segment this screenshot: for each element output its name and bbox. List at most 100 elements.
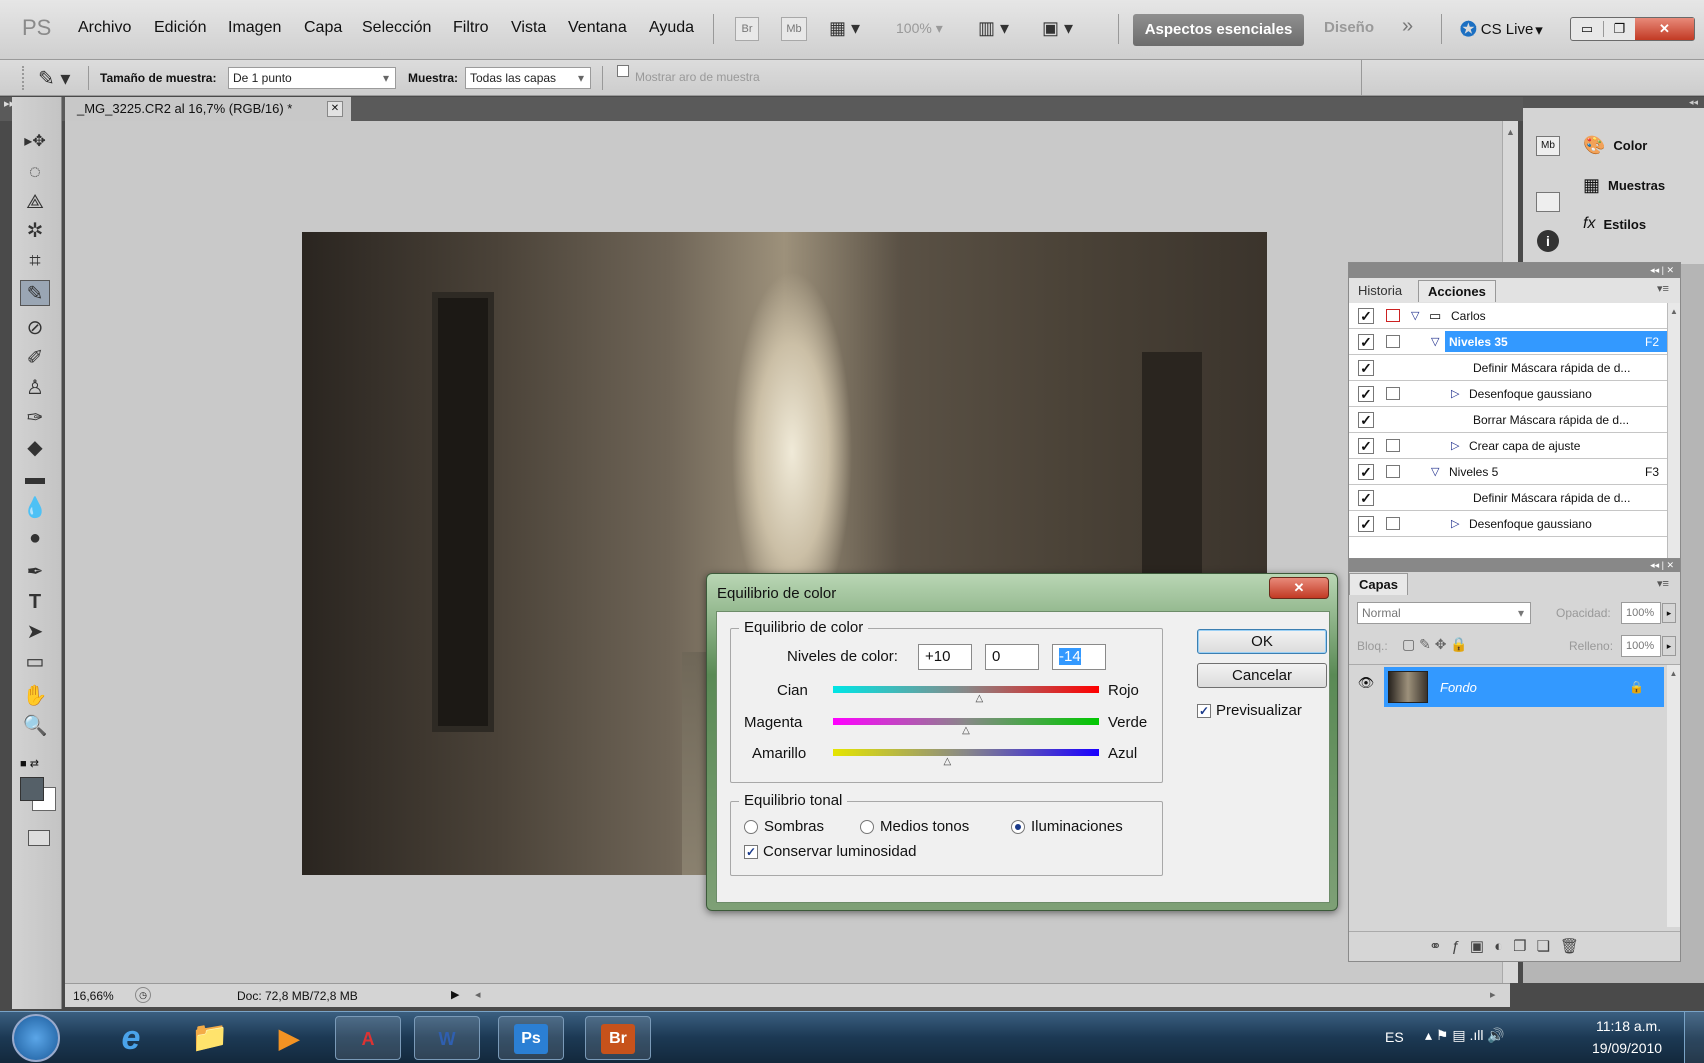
pen-tool-icon[interactable]: ✒ <box>20 559 50 585</box>
internet-explorer-icon[interactable]: e <box>98 1016 164 1060</box>
word-icon[interactable]: W <box>414 1016 480 1060</box>
shadows-radio[interactable] <box>744 820 758 834</box>
menu-edicion[interactable]: Edición <box>154 19 206 37</box>
panel-header-bar[interactable]: ◂◂ | ✕ <box>1349 263 1680 278</box>
eyedropper-tool-icon[interactable]: ✎ ▾ <box>38 66 70 91</box>
menu-imagen[interactable]: Imagen <box>228 19 281 37</box>
cancel-button[interactable]: Cancelar <box>1197 663 1327 688</box>
move-tool-icon[interactable]: ▸✥ <box>20 129 50 155</box>
yellow-blue-slider[interactable] <box>833 749 1099 756</box>
cyan-red-slider[interactable] <box>833 686 1099 693</box>
scroll-left-icon[interactable]: ◂ <box>475 988 481 1001</box>
start-button[interactable] <box>12 1014 60 1062</box>
bridge-task-button[interactable]: Br <box>585 1016 651 1060</box>
expand-triangle-icon[interactable]: ▷ <box>1451 517 1459 530</box>
action-row[interactable]: ✓ ▷ Crear capa de ajuste <box>1349 433 1667 459</box>
action-toggle-checkbox[interactable]: ✓ <box>1358 360 1374 376</box>
action-toggle-checkbox[interactable]: ✓ <box>1358 490 1374 506</box>
mini-bridge-icon[interactable]: Mb <box>1536 136 1560 156</box>
color-level-2-input[interactable]: 0 <box>985 644 1039 670</box>
layers-scrollbar[interactable]: ▲ <box>1667 665 1680 927</box>
menu-ayuda[interactable]: Ayuda <box>649 19 694 37</box>
menu-capa[interactable]: Capa <box>304 19 342 37</box>
more-workspaces-icon[interactable]: » <box>1402 15 1413 38</box>
bridge-button[interactable]: Br <box>735 17 759 41</box>
layer-visibility-eye-icon[interactable]: 👁 <box>1356 675 1376 695</box>
tray-icons[interactable]: ▴ ⚑ ▤ .ıll 🔊 <box>1425 1027 1505 1044</box>
show-desktop-button[interactable] <box>1684 1012 1704 1063</box>
dialog-close-button[interactable]: ✕ <box>1269 577 1329 599</box>
menu-vista[interactable]: Vista <box>511 19 546 37</box>
type-tool-icon[interactable]: T <box>20 589 50 615</box>
close-tab-icon[interactable]: ✕ <box>327 101 343 117</box>
mini-bridge-button[interactable]: Mb <box>781 17 807 41</box>
spot-healing-tool-icon[interactable]: ⊘ <box>20 315 50 341</box>
document-tab[interactable]: _MG_3225.CR2 al 16,7% (RGB/16) * ✕ <box>65 97 351 121</box>
dialog-toggle-icon[interactable] <box>1386 465 1400 478</box>
hand-tool-icon[interactable]: ✋ <box>20 683 50 709</box>
sample-size-select[interactable]: De 1 punto ▾ <box>228 67 396 89</box>
action-row[interactable]: ✓ Definir Máscara rápida de d... <box>1349 485 1667 511</box>
layer-row-fondo[interactable]: Fondo 🔒 <box>1384 667 1664 707</box>
action-toggle-checkbox[interactable]: ✓ <box>1358 334 1374 350</box>
menu-ventana[interactable]: Ventana <box>568 19 627 37</box>
marquee-tool-icon[interactable]: ◌ <box>20 159 50 185</box>
foreground-color-swatch[interactable] <box>20 777 44 801</box>
action-toggle-checkbox[interactable]: ✓ <box>1358 386 1374 402</box>
highlights-radio[interactable] <box>1011 820 1025 834</box>
action-row[interactable]: ✓ ▽ Niveles 35 F2 <box>1349 329 1667 355</box>
sample-select[interactable]: Todas las capas ▾ <box>465 67 591 89</box>
blend-mode-select[interactable]: Normal ▾ <box>1357 602 1531 624</box>
history-brush-tool-icon[interactable]: ✑ <box>20 405 50 431</box>
info-icon[interactable]: i <box>1537 230 1559 252</box>
minimize-button[interactable]: ▭ <box>1571 21 1603 37</box>
collapse-triangle-icon[interactable]: ▽ <box>1411 309 1419 322</box>
opacity-field[interactable]: 100% <box>1621 602 1661 624</box>
clock-date[interactable]: 19/09/2010 <box>1592 1040 1662 1056</box>
close-button[interactable]: ✕ <box>1635 18 1694 40</box>
screen-mode-icon[interactable]: ▣ ▾ <box>1042 18 1073 39</box>
view-extras-icon[interactable]: ▦ ▾ <box>829 18 860 39</box>
swatches-panel-button[interactable]: ▦ Muestras <box>1583 175 1665 196</box>
tab-actions[interactable]: Acciones <box>1418 280 1496 302</box>
dialog-toggle-icon[interactable] <box>1386 335 1400 348</box>
preserve-luminosity-checkbox[interactable]: ✓ <box>744 845 758 859</box>
magenta-green-slider[interactable] <box>833 718 1099 725</box>
action-row[interactable]: ✓ Borrar Máscara rápida de d... <box>1349 407 1667 433</box>
action-toggle-checkbox[interactable]: ✓ <box>1358 516 1374 532</box>
tab-history[interactable]: Historia <box>1349 280 1411 302</box>
ok-button[interactable]: OK <box>1197 629 1327 654</box>
action-toggle-checkbox[interactable]: ✓ <box>1358 412 1374 428</box>
dialog-toggle-icon[interactable] <box>1386 387 1400 400</box>
panel-header-bar[interactable]: ◂◂ | ✕ <box>1349 559 1680 572</box>
zoom-level-select[interactable]: 100% ▾ <box>896 20 943 37</box>
action-row[interactable]: ✓ ▷ Desenfoque gaussiano <box>1349 381 1667 407</box>
dialog-toggle-icon[interactable] <box>1386 309 1400 322</box>
dodge-tool-icon[interactable]: ● <box>20 525 50 551</box>
action-row[interactable]: ✓ Definir Máscara rápida de d... <box>1349 355 1667 381</box>
collapse-triangle-icon[interactable]: ▽ <box>1431 335 1439 348</box>
lasso-tool-icon[interactable]: ⟁ <box>20 189 50 215</box>
quick-mask-icon[interactable] <box>28 830 50 846</box>
histogram-icon[interactable] <box>1536 192 1560 212</box>
cyan-red-slider-thumb[interactable]: △ <box>973 694 985 704</box>
clock-time[interactable]: 11:18 a.m. <box>1596 1018 1661 1034</box>
restore-button[interactable]: ❐ <box>1603 21 1635 37</box>
path-selection-tool-icon[interactable]: ➤ <box>20 619 50 645</box>
photoshop-task-button[interactable]: Ps <box>498 1016 564 1060</box>
file-explorer-icon[interactable]: 📁 <box>177 1016 243 1060</box>
workspace-essentials-button[interactable]: Aspectos esenciales <box>1133 14 1304 46</box>
lock-icons[interactable]: ▢ ✎ ✥ 🔒 <box>1402 636 1468 653</box>
rectangle-tool-icon[interactable]: ▭ <box>20 649 50 675</box>
tab-layers[interactable]: Capas <box>1349 573 1409 595</box>
panel-menu-icon[interactable]: ▾≡ <box>1657 577 1669 590</box>
preview-checkbox[interactable]: ✓ <box>1197 704 1211 718</box>
dock-collapse-icon[interactable]: ◂◂ <box>1523 97 1704 108</box>
crop-tool-icon[interactable]: ⌗ <box>20 248 50 274</box>
clone-stamp-tool-icon[interactable]: ♙ <box>20 375 50 401</box>
swap-colors-icon[interactable]: ■ ⇄ <box>20 757 39 770</box>
color-panel-button[interactable]: 🎨 Color <box>1583 135 1647 156</box>
fill-field[interactable]: 100% <box>1621 635 1661 657</box>
quick-selection-tool-icon[interactable]: ✲ <box>20 218 50 244</box>
show-sampling-ring-checkbox[interactable] <box>617 65 629 77</box>
